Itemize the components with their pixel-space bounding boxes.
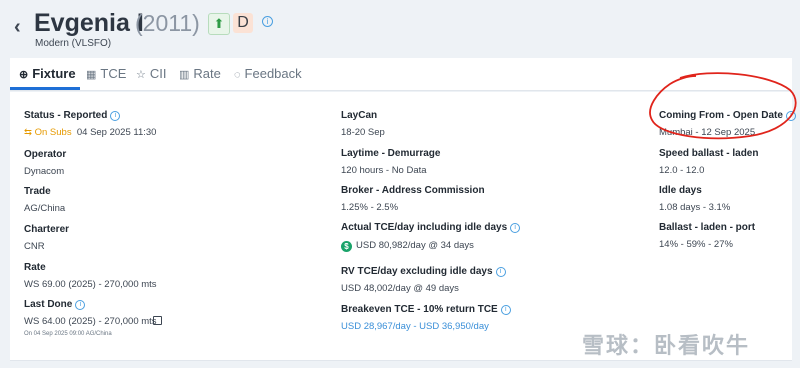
info-icon[interactable]: i — [262, 16, 273, 27]
vessel-header: ‹ Evgenia I (2011) ⬆ D i Modern (VLSFO) — [0, 0, 800, 56]
info-icon[interactable]: i — [500, 305, 511, 315]
status-value: ⇆ On Subs 04 Sep 2025 11:30 — [24, 127, 157, 138]
speed-value: 12.0 - 12.0 — [659, 165, 705, 176]
operator-label: Operator — [24, 149, 67, 160]
charterer-label: Charterer — [24, 224, 70, 235]
ballast-value: 14% - 59% - 27% — [659, 239, 733, 250]
vessel-year: (2011) — [135, 10, 200, 36]
star-icon: ☆ — [136, 69, 146, 81]
tab-feedback[interactable]: ◌ Feedback — [234, 66, 302, 81]
trade-value: AG/China — [24, 203, 66, 214]
laytime-value: 120 hours - No Data — [341, 165, 427, 176]
breakeven-label: Breakeven TCE - 10% return TCE i — [341, 304, 511, 315]
vessel-subtitle: Modern (VLSFO) — [35, 38, 112, 49]
idle-days-label: Idle days — [659, 185, 702, 196]
actual-tce-value: $ USD 80,982/day @ 34 days — [341, 240, 474, 252]
chat-icon: ◌ — [234, 69, 241, 81]
info-icon[interactable]: i — [75, 300, 86, 310]
ballast-label: Ballast - laden - port — [659, 222, 756, 233]
operator-value: Dynacom — [24, 166, 65, 177]
laycan-value: 18-20 Sep — [341, 127, 385, 138]
broker-label: Broker - Address Commission — [341, 185, 485, 196]
tab-cii[interactable]: ☆ CII — [136, 66, 167, 81]
info-icon[interactable]: i — [510, 223, 521, 233]
dollar-icon: $ — [341, 241, 352, 252]
breakeven-value[interactable]: USD 28,967/day - USD 36,950/day — [341, 321, 489, 332]
tab-tce[interactable]: ▦ TCE — [86, 66, 126, 81]
last-done-label: Last Done i — [24, 299, 86, 310]
info-icon[interactable]: i — [495, 267, 506, 277]
rate-label: Rate — [24, 262, 46, 273]
grid-icon: ▦ — [86, 69, 97, 81]
active-tab-indicator — [10, 87, 80, 90]
external-link-icon[interactable] — [153, 316, 162, 325]
charterer-value: CNR — [24, 241, 45, 252]
status-label: Status - Reported i — [24, 110, 121, 121]
rating-badge: D — [233, 13, 253, 33]
watermark: 雪球：卧看吹牛 — [582, 333, 751, 358]
red-circle-annotation — [649, 72, 797, 140]
info-icon[interactable]: i — [110, 111, 121, 121]
rv-tce-label: RV TCE/day excluding idle days i — [341, 266, 506, 277]
bar-chart-icon: ▥ — [179, 69, 190, 81]
last-done-value: WS 64.00 (2025) - 270,000 mts — [24, 316, 157, 327]
vessel-name: Evgenia I — [34, 9, 144, 37]
tab-fixture[interactable]: ⊕ Fixture — [19, 66, 76, 81]
rv-tce-value: USD 48,002/day @ 49 days — [341, 283, 459, 294]
tab-rate[interactable]: ▥ Rate — [179, 66, 221, 81]
rate-value: WS 69.00 (2025) - 270,000 mts — [24, 279, 157, 290]
globe-icon: ⊕ — [19, 69, 29, 81]
broker-value: 1.25% - 2.5% — [341, 202, 399, 213]
trade-label: Trade — [24, 186, 51, 197]
actual-tce-label: Actual TCE/day including idle days i — [341, 222, 521, 233]
last-done-note: On 04 Sep 2025 09:00 AG/China — [24, 331, 112, 337]
on-subs-badge: ⇆ On Subs — [24, 127, 72, 138]
chevron-left-icon[interactable]: ‹ — [14, 16, 21, 39]
idle-days-value: 1.08 days - 3.1% — [659, 202, 731, 213]
arrow-up-icon: ⬆ — [208, 13, 230, 35]
laytime-label: Laytime - Demurrage — [341, 148, 441, 159]
laycan-label: LayCan — [341, 110, 378, 121]
